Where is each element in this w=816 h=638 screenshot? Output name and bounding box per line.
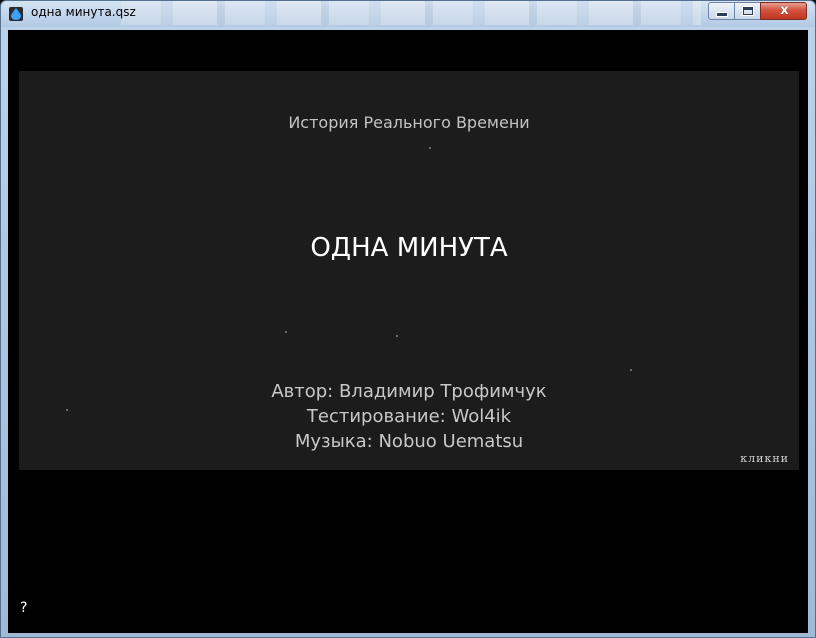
maximize-button[interactable]	[734, 2, 761, 20]
title-bar-glass	[121, 1, 701, 25]
credit-music: Музыка: Nobuo Uematsu	[294, 431, 524, 452]
credits-block: Автор: Владимир Трофимчук Тестирование: …	[19, 379, 799, 454]
star-dot	[630, 369, 632, 371]
game-subtitle: История Реального Времени	[288, 113, 530, 132]
maximize-icon	[743, 7, 753, 15]
star-dot	[285, 331, 287, 333]
help-button[interactable]: ?	[20, 600, 27, 616]
star-dot	[396, 335, 398, 337]
minimize-button[interactable]	[708, 2, 735, 20]
app-window: одна минута.qsz x История Реального Врем…	[0, 0, 816, 638]
drop-icon[interactable]	[9, 7, 23, 21]
minimize-icon	[717, 13, 727, 16]
window-title: одна минута.qsz	[31, 5, 136, 19]
star-dot	[429, 147, 431, 149]
close-button[interactable]: x	[760, 2, 807, 20]
game-title: ОДНА МИНУТА	[310, 233, 508, 263]
close-icon: x	[780, 3, 789, 18]
intro-screen[interactable]: История Реального Времени ОДНА МИНУТА Ав…	[19, 71, 799, 470]
credit-author: Автор: Владимир Трофимчук	[271, 381, 547, 402]
game-viewport[interactable]: История Реального Времени ОДНА МИНУТА Ав…	[8, 30, 808, 633]
click-to-continue-link[interactable]: кликни	[740, 452, 789, 465]
credit-testing: Тестирование: Wol4ik	[306, 406, 512, 427]
title-bar[interactable]: одна минута.qsz x	[1, 1, 815, 27]
